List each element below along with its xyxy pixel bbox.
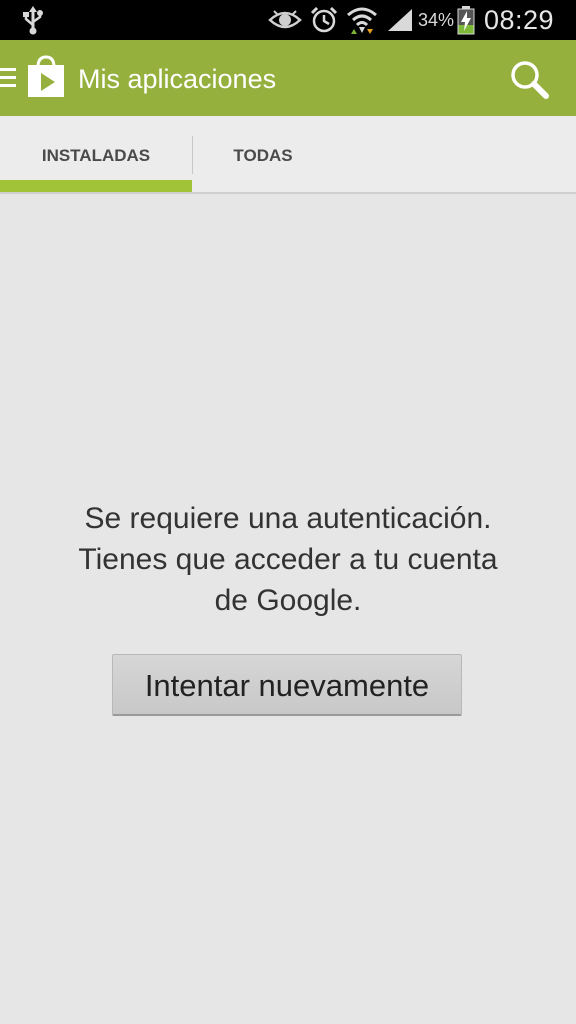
status-bar: 34% 08:29 bbox=[0, 0, 576, 40]
retry-button[interactable]: Intentar nuevamente bbox=[112, 654, 462, 716]
message-line-3: de Google. bbox=[214, 584, 362, 617]
tab-selected-indicator bbox=[0, 180, 192, 192]
auth-required-message: Se requiere una autenticación. Tienes qu… bbox=[20, 498, 556, 621]
signal-icon bbox=[386, 0, 414, 40]
tab-all[interactable]: TODAS bbox=[193, 116, 333, 192]
tab-bar: INSTALADAS TODAS bbox=[0, 116, 576, 194]
play-store-icon[interactable] bbox=[26, 55, 66, 99]
message-line-1: Se requiere una autenticación. bbox=[84, 502, 492, 535]
app-bar: Mis aplicaciones bbox=[0, 40, 576, 116]
clock-time: 08:29 bbox=[484, 4, 555, 35]
menu-icon[interactable] bbox=[0, 67, 16, 89]
page-title: Mis aplicaciones bbox=[78, 64, 277, 94]
message-line-2: Tienes que acceder a tu cuenta bbox=[78, 543, 498, 576]
wifi-icon bbox=[346, 0, 378, 40]
battery-percent: 34% bbox=[418, 9, 455, 30]
usb-icon bbox=[20, 0, 46, 40]
battery-charging-icon bbox=[456, 0, 476, 40]
eye-icon bbox=[268, 0, 302, 40]
screen: 34% 08:29 Mis aplicaciones INSTALADAS TO… bbox=[0, 0, 576, 1024]
alarm-icon bbox=[310, 0, 338, 40]
search-icon[interactable] bbox=[508, 58, 552, 102]
